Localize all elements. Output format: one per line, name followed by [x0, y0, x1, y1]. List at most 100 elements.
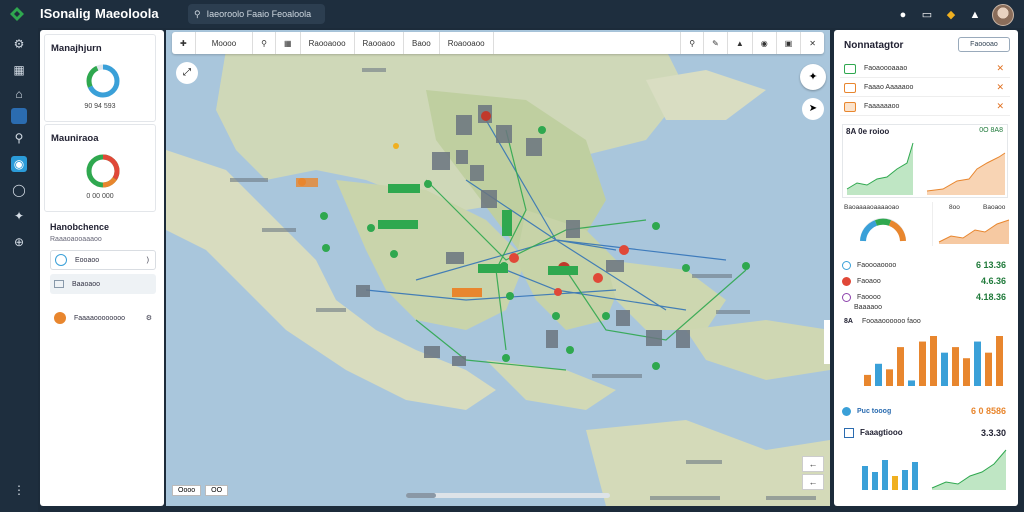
filter-button[interactable]: Faoooao	[958, 37, 1010, 52]
pin-icon[interactable]: ▲	[728, 32, 753, 54]
map-canvas[interactable]	[166, 30, 830, 506]
active-nav-icon[interactable]	[11, 108, 27, 124]
locate-icon[interactable]: ➤	[802, 98, 824, 120]
grid-icon[interactable]: ▦	[11, 62, 27, 78]
bar	[941, 352, 948, 386]
section-title: Hanobchence	[50, 222, 110, 232]
compass-icon[interactable]: ✦	[800, 64, 826, 90]
list-item[interactable]: Faaaaaaoo ✕	[840, 98, 1010, 116]
orange-chip-icon	[844, 82, 856, 93]
bar	[886, 369, 893, 386]
remove-icon[interactable]: ✕	[996, 82, 1004, 93]
remove-icon[interactable]: ✕	[996, 101, 1004, 112]
stat-card-2[interactable]: Mauniraoa 0 00 000	[44, 124, 156, 212]
map-nav-icon[interactable]: ◉	[11, 156, 27, 172]
chat-icon[interactable]: ◯	[11, 182, 27, 198]
metric-value: 4.6.36	[980, 276, 1006, 286]
chart-title: Fooaaoooooo faoo	[862, 318, 921, 325]
tab-regions[interactable]: Raooaoo	[355, 32, 404, 54]
home-icon[interactable]: ⌂	[11, 86, 27, 102]
donut-chart-icon	[86, 154, 120, 188]
bar	[974, 341, 981, 386]
bar	[919, 341, 926, 386]
list-item[interactable]: Faaao Aaaaaoo ✕	[840, 79, 1010, 97]
remove-icon[interactable]: ✕	[996, 63, 1004, 74]
gauge-card[interactable]: Baoaaaaoaaaaoao	[842, 202, 928, 246]
tab-base[interactable]: Baoo	[404, 32, 440, 54]
more-icon[interactable]: ⋮	[11, 482, 27, 498]
card-value: 90 94 593	[84, 103, 116, 110]
metric-label: Faoaoo	[857, 277, 881, 285]
tab-routes[interactable]: Raooaooo	[301, 32, 355, 54]
calendar-icon[interactable]: ▭	[920, 8, 934, 22]
chart-title: 8A 0e roioo	[846, 127, 890, 136]
calendar-map-icon[interactable]: ▦	[276, 32, 301, 54]
orange-chip-icon	[844, 101, 856, 112]
search-nav-icon[interactable]: ⚲	[11, 130, 27, 146]
chart-title: Faaagtiooo	[860, 428, 903, 437]
zoom-search-icon[interactable]: ⚲	[680, 32, 705, 54]
bar	[930, 336, 937, 386]
zoom-out-button[interactable]: ←	[802, 474, 824, 490]
metric-row: Faoooaoooo 6 13.36	[842, 258, 1012, 272]
mini-title: 8oo	[949, 204, 960, 211]
metric-row: Faoaoo 4.6.36	[842, 274, 1012, 288]
area-chart	[846, 142, 1006, 195]
layers-icon[interactable]: ⚙	[11, 36, 27, 52]
metric-value: 6 13.36	[975, 260, 1006, 270]
bar	[952, 347, 959, 386]
search-input[interactable]: ⚲ Iaeoroolo Faaio Feoaloola	[188, 4, 325, 24]
map-scrollbar[interactable]	[406, 493, 610, 498]
map-toolbar: ✚ Moooo ⚲ ▦ Raooaooo Raooaoo Baoo Roaooa…	[172, 32, 824, 54]
stat-card-1[interactable]: Manajhjurn 90 94 593	[44, 34, 156, 122]
search-map-icon[interactable]: ⚲	[253, 32, 277, 54]
alert-icon[interactable]: ◆	[944, 8, 958, 22]
list-item-label: Faoaoooaaao	[864, 65, 908, 72]
app-logo-icon[interactable]	[8, 5, 26, 23]
zoom-in-button[interactable]: ←	[802, 456, 824, 472]
scale-unit: OO	[205, 485, 229, 496]
expand-icon[interactable]: ⤢	[176, 62, 198, 84]
bar	[908, 380, 915, 386]
metric-value: 4.18.36	[975, 292, 1006, 302]
info-icon	[842, 406, 851, 416]
gauge-icon	[860, 218, 906, 242]
scale-label: Oooo	[172, 485, 202, 496]
bar	[996, 336, 1003, 386]
metric-label: Faoooaoooo	[857, 261, 897, 269]
tools-icon[interactable]: ✦	[11, 208, 27, 224]
share-icon[interactable]: ▲	[968, 8, 982, 22]
settings-icon[interactable]: ⚙	[146, 314, 152, 322]
app-title: ISonalig	[40, 6, 91, 21]
mini-trend-card[interactable]: 8oo Baoaoo	[932, 202, 1012, 246]
chart-label: 8A	[844, 318, 853, 325]
line-chart-card[interactable]: Faaagtiooo 3.3.30	[842, 426, 1012, 492]
edit-icon[interactable]: ✎	[704, 32, 728, 54]
tab-roads[interactable]: Roaooaoo	[440, 32, 494, 54]
info-icon	[842, 260, 851, 270]
close-icon[interactable]: ✕	[801, 32, 824, 54]
map-side-scroll[interactable]	[824, 320, 830, 364]
screen-icon[interactable]: ▣	[777, 32, 802, 54]
list-item[interactable]: Baaoaoo	[50, 274, 156, 294]
target-icon[interactable]: ◉	[753, 32, 777, 54]
avatar[interactable]	[992, 4, 1014, 26]
list-item[interactable]: Eooaoo )	[50, 250, 156, 270]
map-view[interactable]: ✚ Moooo ⚲ ▦ Raooaooo Raooaoo Baoo Roaooa…	[166, 30, 830, 506]
list-item[interactable]: Faaaaoooooooo ⚙	[50, 308, 156, 328]
gauge-title: Baoaaaaoaaaaoao	[844, 204, 899, 211]
add-icon[interactable]: ✚	[172, 32, 196, 54]
warning-icon	[842, 276, 851, 286]
download-icon[interactable]: ⊕	[11, 234, 27, 250]
scrollbar-thumb[interactable]	[406, 493, 436, 498]
search-text: Iaeoroolo Faaio Feoaloola	[206, 9, 312, 19]
card-title: Manajhjurn	[51, 43, 102, 54]
bar-chart[interactable]: 8A Fooaaoooooo faoo	[842, 316, 1012, 392]
trend-chart[interactable]: 8A 0e roioo 0O 8A8	[842, 124, 1008, 198]
orange-dot-icon	[54, 312, 66, 324]
tab-map[interactable]: Moooo	[196, 32, 254, 54]
bell-icon[interactable]: ●	[896, 8, 910, 22]
list-item[interactable]: Faoaoooaaao ✕	[840, 60, 1010, 78]
circle-icon	[55, 254, 67, 266]
search-icon: ⚲	[194, 8, 201, 19]
